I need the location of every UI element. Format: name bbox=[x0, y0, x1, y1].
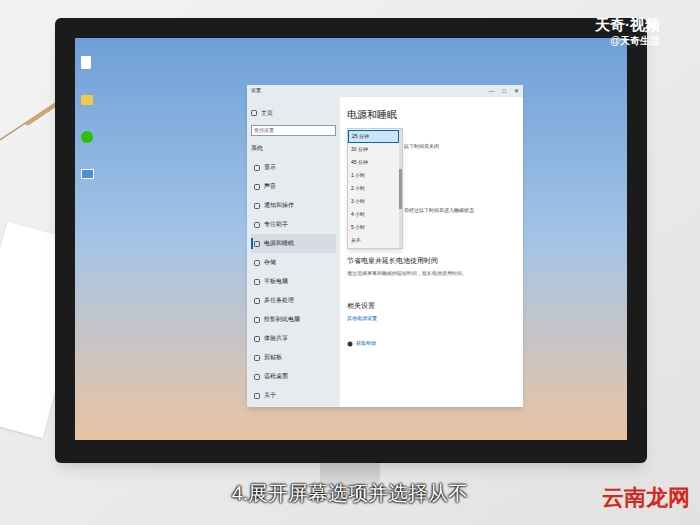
scrollbar-thumb[interactable] bbox=[399, 169, 402, 209]
dropdown-option[interactable]: 4 小时 bbox=[348, 208, 399, 221]
setting-icon bbox=[254, 203, 260, 209]
site-logo: 云南龙网 bbox=[602, 481, 690, 514]
battery-desc: 通过选择屏幕和睡眠的较短时间，延长电池使用时间。 bbox=[347, 270, 516, 278]
section-title: 系统 bbox=[251, 144, 336, 153]
setting-icon bbox=[254, 336, 260, 342]
settings-window: 设置—□✕主页查找设置系统显示声音通知和操作专注助手电源和睡眠存储平板电脑多任务… bbox=[247, 85, 523, 407]
help-link[interactable]: 获取帮助 bbox=[347, 340, 516, 348]
sidebar: 主页查找设置系统显示声音通知和操作专注助手电源和睡眠存储平板电脑多任务处理投影到… bbox=[247, 97, 340, 407]
setting-icon bbox=[254, 355, 260, 361]
window-title: 设置 bbox=[251, 87, 261, 95]
setting-icon bbox=[254, 298, 260, 304]
setting-icon bbox=[254, 165, 260, 171]
window-control-button[interactable]: — bbox=[488, 88, 494, 94]
sidebar-item[interactable]: 多任务处理 bbox=[251, 291, 336, 310]
dropdown-list: 25 分钟30 分钟45 分钟1 小时2 小时3 小时4 小时5 小时从不 bbox=[348, 129, 399, 248]
sidebar-item[interactable]: 存储 bbox=[251, 253, 336, 272]
page-heading: 电源和睡眠 bbox=[347, 109, 516, 121]
related-title: 相关设置 bbox=[347, 301, 516, 312]
sidebar-item[interactable]: 通知和操作 bbox=[251, 196, 336, 215]
watermark: 天奇·视频@天奇生活 bbox=[595, 16, 660, 47]
setting-icon bbox=[254, 279, 260, 285]
content: 电源和睡眠以下时间后关闭后经过以下时间后进入睡眠状态节省电量并延长电池使用时间通… bbox=[340, 97, 523, 407]
watermark-handle: @天奇生活 bbox=[610, 35, 660, 48]
watermark-brand: 天奇·视频 bbox=[595, 16, 660, 35]
window-control-button[interactable]: □ bbox=[502, 88, 506, 94]
search-box[interactable]: 查找设置 bbox=[251, 125, 336, 136]
sidebar-item[interactable]: 投影到此电脑 bbox=[251, 310, 336, 329]
setting-icon bbox=[254, 393, 260, 399]
dropdown-scrollbar[interactable] bbox=[399, 129, 402, 248]
setting-icon bbox=[254, 241, 260, 247]
window-control-button[interactable]: ✕ bbox=[514, 88, 519, 94]
selected-marker bbox=[251, 238, 253, 249]
sidebar-item[interactable]: 声音 bbox=[251, 177, 336, 196]
window-body: 主页查找设置系统显示声音通知和操作专注助手电源和睡眠存储平板电脑多任务处理投影到… bbox=[247, 97, 523, 407]
sidebar-item[interactable]: 电源和睡眠 bbox=[251, 234, 336, 253]
dropdown-option[interactable]: 3 小时 bbox=[348, 195, 399, 208]
file-icon[interactable] bbox=[81, 56, 91, 69]
dropdown-option[interactable]: 从不 bbox=[348, 234, 399, 247]
setting-icon bbox=[254, 374, 260, 380]
window-controls: — □ ✕ bbox=[488, 88, 519, 94]
sidebar-item[interactable]: 体验共享 bbox=[251, 329, 336, 348]
sidebar-item[interactable]: 平板电脑 bbox=[251, 272, 336, 291]
sidebar-item[interactable]: 远程桌面 bbox=[251, 367, 336, 386]
dropdown-option[interactable]: 25 分钟 bbox=[348, 130, 399, 143]
setting-icon bbox=[254, 260, 260, 266]
dropdown-option[interactable]: 2 小时 bbox=[348, 182, 399, 195]
setting-icon bbox=[254, 222, 260, 228]
title-bar: 设置 — □ ✕ bbox=[247, 85, 523, 97]
monitor-stand bbox=[320, 463, 380, 485]
related-link[interactable]: 其他电源设置 bbox=[347, 315, 516, 323]
sidebar-item[interactable]: 关于 bbox=[251, 386, 336, 405]
desktop: 设置—□✕主页查找设置系统显示声音通知和操作专注助手电源和睡眠存储平板电脑多任务… bbox=[75, 38, 627, 440]
caption: 4.展开屏幕选项并选择从不 bbox=[0, 478, 700, 508]
dropdown-option[interactable]: 30 分钟 bbox=[348, 143, 399, 156]
computer-icon[interactable] bbox=[81, 169, 94, 179]
wechat-icon[interactable] bbox=[81, 131, 93, 143]
sidebar-list: 显示声音通知和操作专注助手电源和睡眠存储平板电脑多任务处理投影到此电脑体验共享剪… bbox=[251, 158, 336, 405]
home-item[interactable]: 主页 bbox=[251, 107, 336, 119]
timeout-dropdown[interactable]: 25 分钟30 分钟45 分钟1 小时2 小时3 小时4 小时5 小时从不 bbox=[347, 128, 403, 249]
setting-icon bbox=[254, 317, 260, 323]
sidebar-item[interactable]: 显示 bbox=[251, 158, 336, 177]
folder-icon[interactable] bbox=[81, 95, 93, 105]
sidebar-item[interactable]: 专注助手 bbox=[251, 215, 336, 234]
scene: 天奇·视频@天奇生活设置—□✕主页查找设置系统显示声音通知和操作专注助手电源和睡… bbox=[0, 0, 700, 525]
setting-icon bbox=[251, 110, 257, 116]
sidebar-item[interactable]: 剪贴板 bbox=[251, 348, 336, 367]
monitor: 设置—□✕主页查找设置系统显示声音通知和操作专注助手电源和睡眠存储平板电脑多任务… bbox=[55, 18, 647, 463]
dropdown-option[interactable]: 45 分钟 bbox=[348, 156, 399, 169]
dropdown-option[interactable]: 5 小时 bbox=[348, 221, 399, 234]
help-icon bbox=[347, 341, 353, 347]
battery-title: 节省电量并延长电池使用时间 bbox=[347, 256, 516, 267]
desktop-icons bbox=[81, 56, 94, 179]
dropdown-option[interactable]: 1 小时 bbox=[348, 169, 399, 182]
setting-icon bbox=[254, 184, 260, 190]
